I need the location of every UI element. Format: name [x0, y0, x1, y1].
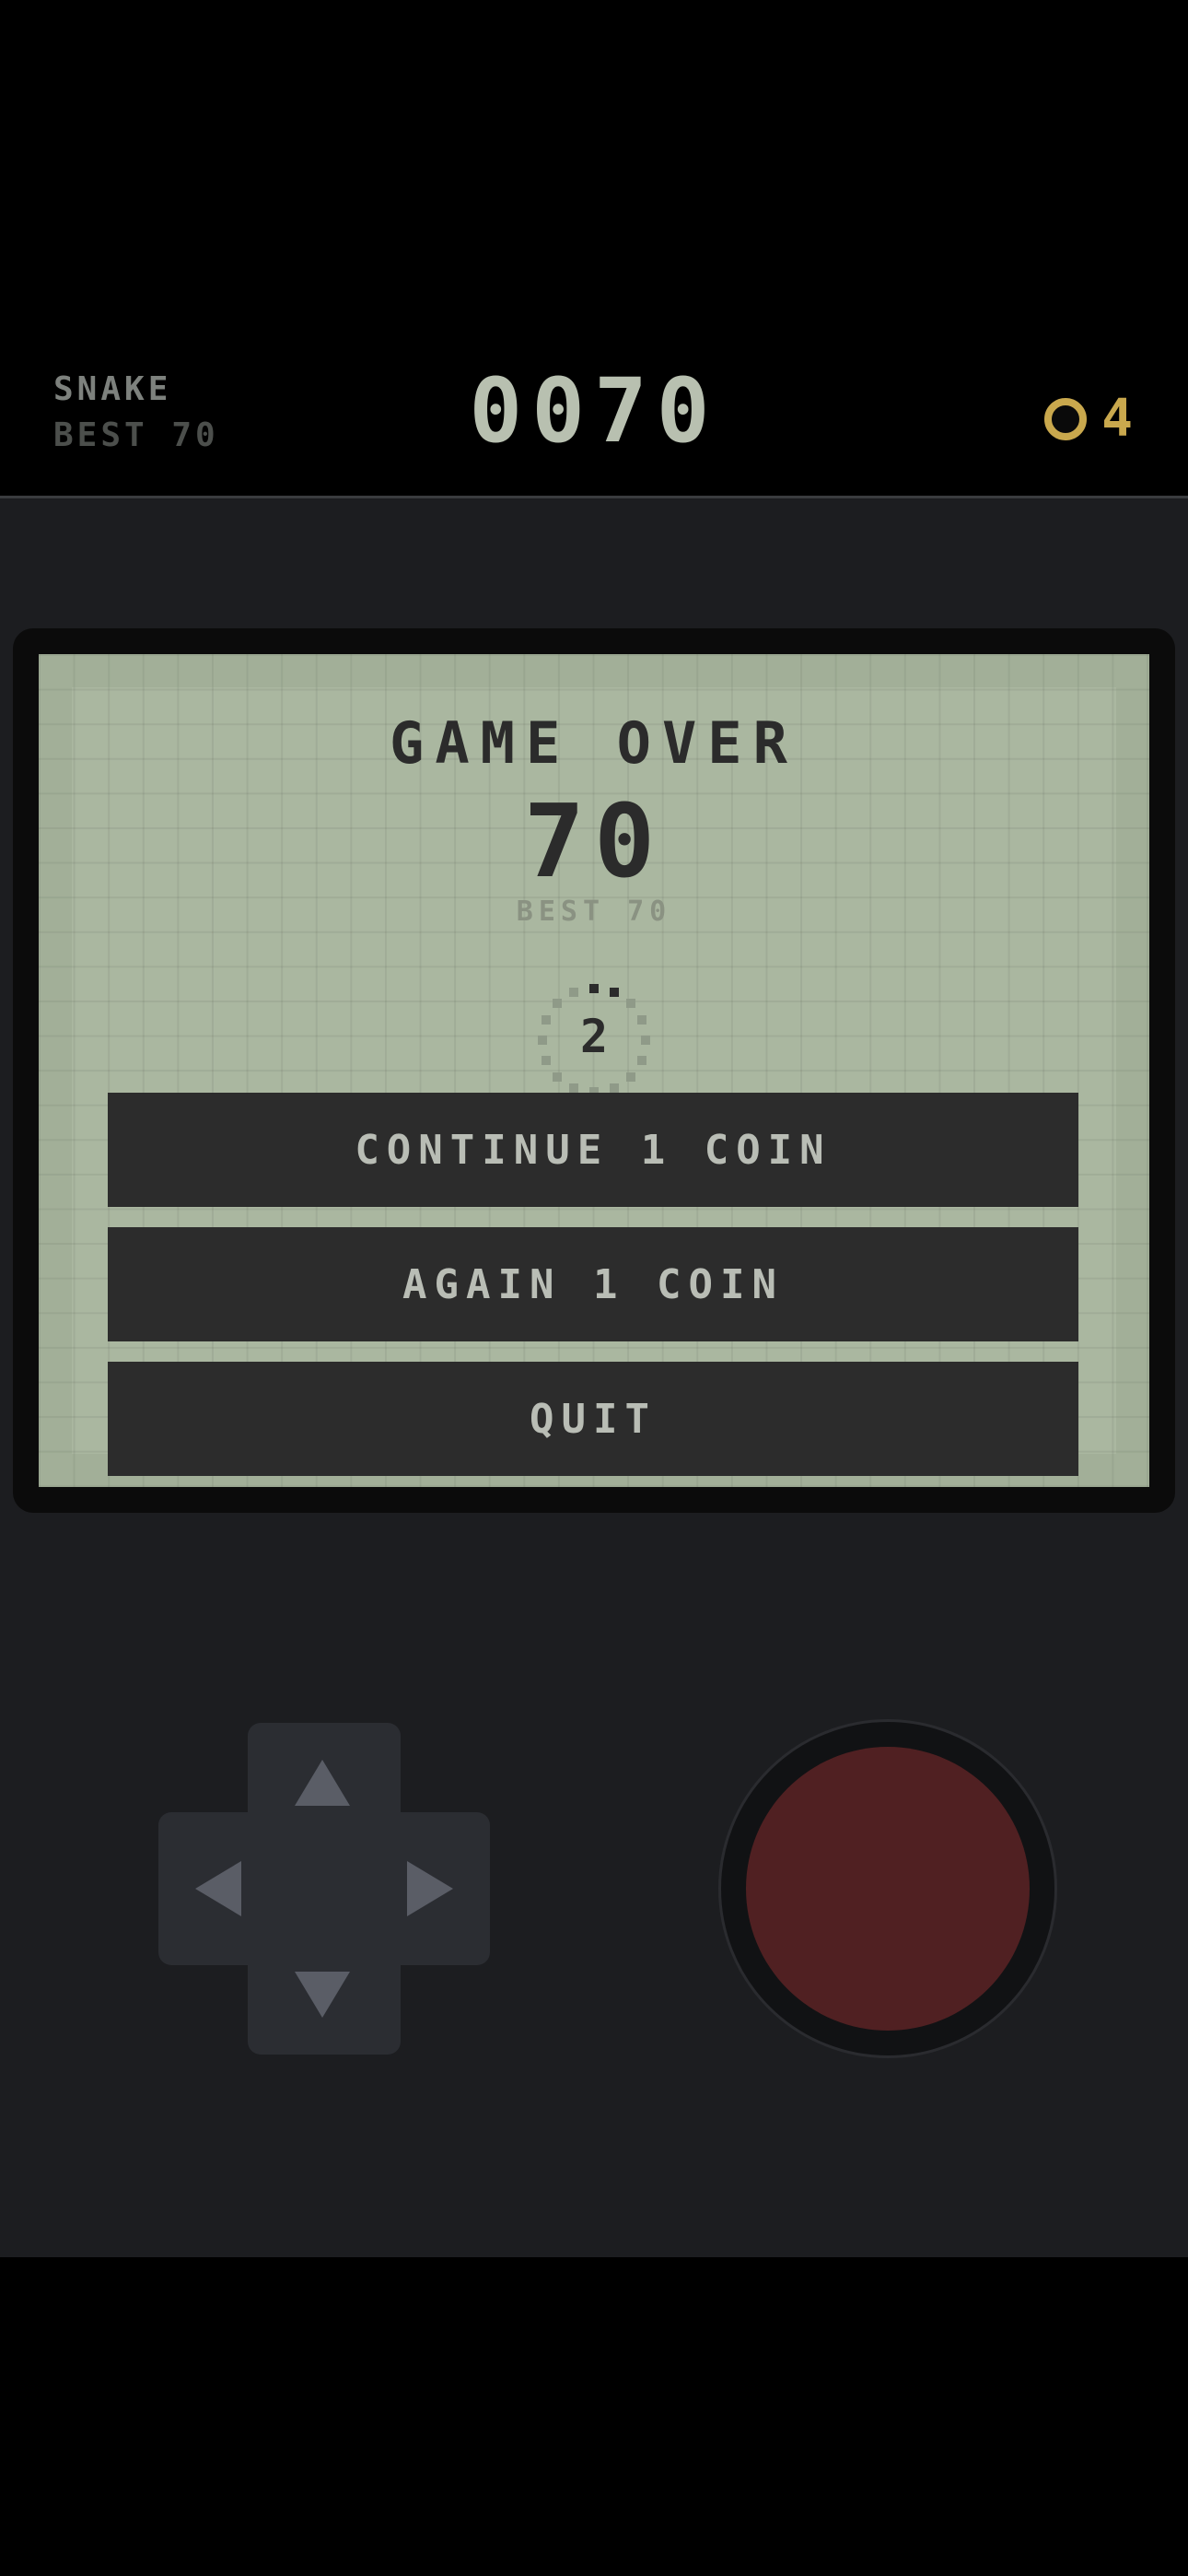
- dpad[interactable]: [158, 1723, 490, 2055]
- arrow-left-icon[interactable]: [195, 1861, 241, 1916]
- continue-countdown: 2: [536, 982, 652, 1098]
- coin-icon: [1044, 397, 1088, 440]
- arrow-up-icon[interactable]: [295, 1760, 350, 1806]
- final-score: 70: [523, 782, 665, 900]
- arrow-down-icon[interactable]: [295, 1972, 350, 2018]
- countdown-number: 2: [579, 1010, 609, 1063]
- hud-bar: SNAKE BEST 70 0070 4: [0, 350, 1188, 498]
- quit-button[interactable]: QUIT: [108, 1362, 1078, 1476]
- final-best-label: BEST 70: [516, 896, 672, 928]
- coin-count: 4: [1101, 389, 1133, 449]
- bottom-black-area: [0, 2257, 1188, 2576]
- lcd-screen: GAME OVER 70 BEST 70 2 CONTINUE 1 COIN A…: [39, 654, 1149, 1487]
- play-again-button[interactable]: AGAIN 1 COIN: [108, 1227, 1078, 1341]
- arrow-right-icon[interactable]: [407, 1861, 453, 1916]
- action-button[interactable]: [746, 1747, 1030, 2031]
- coin-counter: 4: [1044, 389, 1133, 449]
- game-over-title: GAME OVER: [390, 709, 798, 777]
- continue-button[interactable]: CONTINUE 1 COIN: [108, 1093, 1078, 1207]
- hud-score: 0070: [469, 359, 719, 463]
